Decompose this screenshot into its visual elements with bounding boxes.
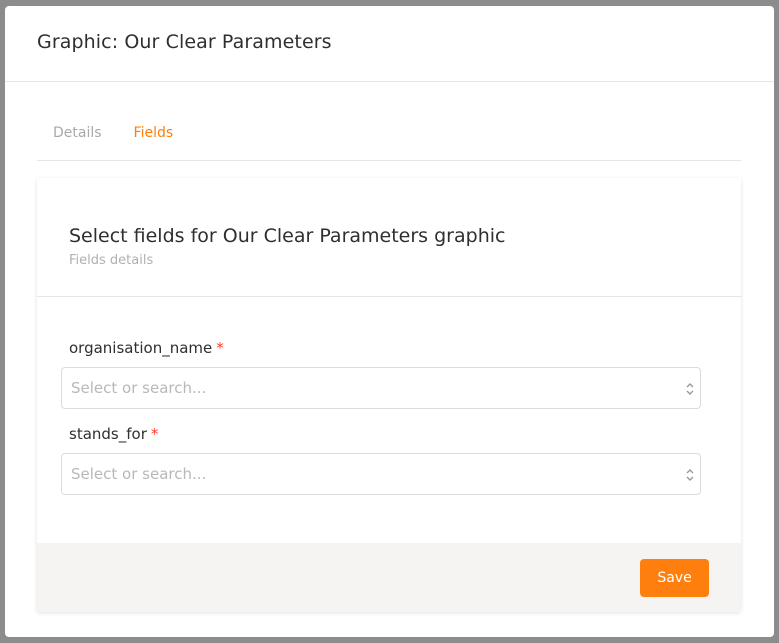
modal-header: Graphic: Our Clear Parameters bbox=[5, 6, 774, 82]
field-label-text: stands_for bbox=[69, 425, 147, 443]
stands-for-select[interactable]: Select or search... bbox=[61, 453, 701, 495]
field-label-text: organisation_name bbox=[69, 339, 213, 357]
up-down-chevron-icon bbox=[686, 469, 694, 481]
select-placeholder: Select or search... bbox=[71, 379, 207, 397]
graphic-modal: Graphic: Our Clear Parameters Details Fi… bbox=[5, 6, 774, 637]
select-placeholder: Select or search... bbox=[71, 465, 207, 483]
card-subtitle: Fields details bbox=[69, 253, 154, 268]
required-marker: * bbox=[216, 339, 224, 357]
organisation-name-select[interactable]: Select or search... bbox=[61, 367, 701, 409]
tab-bar: Details Fields bbox=[37, 110, 741, 161]
tab-fields[interactable]: Fields bbox=[134, 110, 174, 160]
required-marker: * bbox=[150, 425, 159, 443]
card-header: Select fields for Our Clear Parameters g… bbox=[37, 178, 741, 297]
stands-for-label: stands_for * bbox=[69, 425, 158, 443]
fields-card: Select fields for Our Clear Parameters g… bbox=[37, 178, 741, 612]
organisation-name-label: organisation_name * bbox=[69, 339, 224, 357]
save-button[interactable]: Save bbox=[640, 559, 709, 597]
card-title: Select fields for Our Clear Parameters g… bbox=[69, 225, 506, 247]
up-down-chevron-icon bbox=[686, 383, 694, 395]
card-footer: Save bbox=[37, 543, 741, 612]
tab-details[interactable]: Details bbox=[53, 110, 102, 160]
modal-title: Graphic: Our Clear Parameters bbox=[37, 31, 332, 53]
